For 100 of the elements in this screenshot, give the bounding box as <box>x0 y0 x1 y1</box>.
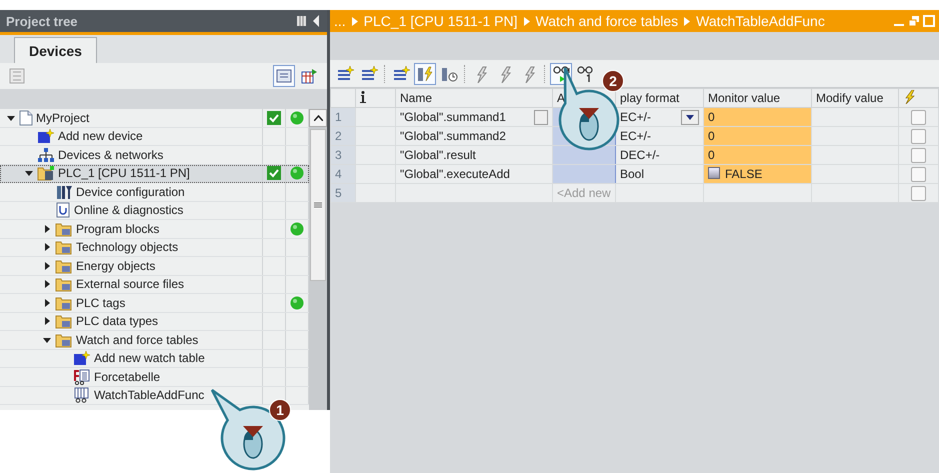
checkbox[interactable] <box>911 128 926 144</box>
column-header[interactable]: Monitor value <box>704 88 812 108</box>
tag-name: "Global".summand1 <box>400 110 506 124</box>
column-header[interactable]: play format <box>616 88 704 108</box>
expand-triangle-icon[interactable] <box>43 280 51 288</box>
collapse-triangle-icon[interactable] <box>25 169 33 178</box>
scrollbar[interactable] <box>309 109 327 410</box>
tree-item-label: Devices & networks <box>58 148 164 162</box>
monitor-value: 0 <box>708 129 715 143</box>
expand-triangle-icon[interactable] <box>43 224 51 233</box>
diagnostics-icon <box>55 202 71 218</box>
caret-down-icon <box>686 114 694 120</box>
device-configuration-icon <box>55 184 73 200</box>
column-header[interactable]: Modify value <box>812 88 898 108</box>
expand-triangle-icon[interactable] <box>43 243 51 252</box>
tag-name: "Global".executeAdd <box>400 167 510 181</box>
tree-item-label: Device configuration <box>76 184 185 199</box>
dropdown-button[interactable] <box>681 110 699 124</box>
tree-item[interactable]: Watch and force tables <box>0 331 309 350</box>
tree-item[interactable]: Add new device <box>0 128 309 146</box>
tree-item-label: Add new device <box>58 129 143 144</box>
checkbox[interactable] <box>911 186 926 201</box>
folder-icon <box>55 294 73 311</box>
address-cell[interactable] <box>552 164 616 184</box>
expand-triangle-icon[interactable] <box>43 298 51 307</box>
checkbox[interactable] <box>911 166 926 182</box>
tree-item[interactable]: PLC tags <box>0 294 309 312</box>
folder-icon <box>55 220 73 237</box>
tree-item-label: External source files <box>76 277 184 292</box>
checkbox[interactable] <box>911 110 926 125</box>
display-format: EC+/- <box>620 110 652 124</box>
tree-item[interactable]: PLC_1 [CPU 1511-1 PN] <box>0 164 309 183</box>
tree-item[interactable]: PLC data types <box>0 312 309 331</box>
expand-triangle-icon[interactable] <box>43 317 51 326</box>
tree-item-label: Forcetabelle <box>94 370 160 384</box>
monitor-value: 0 <box>708 110 715 124</box>
folder-icon <box>55 332 73 348</box>
expand-triangle-icon[interactable] <box>43 262 51 270</box>
tree-item[interactable]: Technology objects <box>0 238 309 257</box>
caret-up-icon[interactable] <box>314 115 322 121</box>
tree-item-label: PLC data types <box>76 314 158 328</box>
column-header[interactable]: Name <box>396 88 552 108</box>
tree-item[interactable]: Energy objects <box>0 257 309 276</box>
folder-icon <box>55 239 73 256</box>
breadcrumb-arrow-icon <box>684 16 690 26</box>
collapse-triangle-icon[interactable] <box>7 114 15 122</box>
display-format: DEC+/- <box>620 148 660 162</box>
force-table-icon <box>73 368 91 385</box>
row-number: 2 <box>330 126 356 146</box>
watch-table-icon <box>73 387 91 404</box>
checkbox[interactable] <box>911 148 926 163</box>
add-sparkle-icon <box>37 128 55 144</box>
collapse-panel-icon[interactable] <box>297 15 321 27</box>
folder-icon <box>55 258 73 274</box>
tree-item[interactable]: External source files <box>0 276 309 294</box>
breadcrumb-arrow-icon <box>352 16 358 26</box>
display-format: EC+/- <box>620 129 652 143</box>
monitor-value: 0 <box>708 148 715 162</box>
tree-item-label: Online & diagnostics <box>74 203 184 218</box>
breadcrumb-arrow-icon <box>524 16 530 26</box>
tree-item-label: Program blocks <box>76 222 160 236</box>
modify-value-icon[interactable] <box>392 64 410 82</box>
lightning-icon <box>903 90 915 104</box>
row-number: 1 <box>330 108 356 126</box>
monitor-value: FALSE <box>708 167 762 181</box>
tree-item-label: WatchTableAddFunc <box>94 388 204 402</box>
tree-item-label: PLC_1 [CPU 1511-1 PN] <box>58 166 190 180</box>
tree-item-label: Add new watch table <box>94 351 205 366</box>
plc-folder-icon <box>37 165 55 182</box>
row-number: 5 <box>330 184 356 202</box>
add-row-icon[interactable] <box>360 64 378 82</box>
tree-item[interactable]: Add new watch table <box>0 350 309 368</box>
tree-item[interactable]: Online & diagnostics <box>0 202 309 220</box>
row-number: 4 <box>330 164 356 184</box>
panel-title: Project tree <box>6 14 79 28</box>
tree-item-label: Watch and force tables <box>76 332 198 347</box>
add-sparkle-icon <box>73 350 91 366</box>
document-icon <box>19 110 33 126</box>
tree-item[interactable]: Device configuration <box>0 183 309 202</box>
tab[interactable]: Devices <box>14 37 97 63</box>
collapse-triangle-icon[interactable] <box>43 336 51 344</box>
tag-name: "Global".result <box>400 148 476 162</box>
tree-item-label: MyProject <box>36 110 90 125</box>
tag-name: "Global".summand2 <box>400 129 506 143</box>
display-format: Bool <box>620 167 644 181</box>
folder-icon <box>55 276 73 292</box>
show-force-button[interactable] <box>414 62 436 84</box>
grip-icon[interactable] <box>314 202 322 208</box>
tree-item-label: Technology objects <box>76 240 178 254</box>
tree-item-label: PLC tags <box>76 296 126 310</box>
overview-button[interactable] <box>273 65 295 87</box>
info-icon <box>360 90 366 102</box>
monitor-once-icon[interactable] <box>576 64 594 82</box>
tree-item[interactable]: MyProject <box>0 109 309 128</box>
row-number: 3 <box>330 146 356 164</box>
tree-item[interactable]: Forcetabelle <box>0 368 309 386</box>
tree-item-label: Energy objects <box>76 258 156 273</box>
tree-item[interactable]: Program blocks <box>0 220 309 238</box>
insert-row-icon[interactable] <box>336 64 354 82</box>
folder-icon <box>55 313 73 330</box>
